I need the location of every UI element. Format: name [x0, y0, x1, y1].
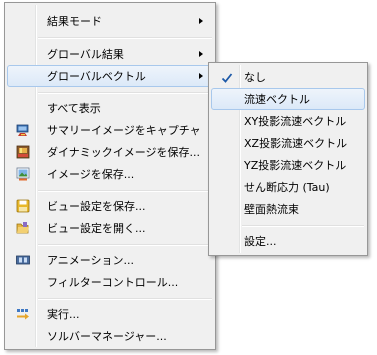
menu-separator — [242, 225, 364, 227]
menu-item-label: ソルバーマネージャー... — [47, 330, 167, 343]
menu-item-label: イメージを保存... — [47, 168, 135, 181]
menu-item-filter-control[interactable]: フィルターコントロール... — [7, 271, 213, 293]
submenu-item-label: XY投影流速ベクトル — [244, 115, 347, 128]
submenu-item-xz-projected-vectors[interactable]: XZ投影流速ベクトル — [211, 132, 365, 154]
menu-item-capture-summary[interactable]: サマリーイメージをキャプチャ — [7, 119, 213, 141]
film-save-icon — [16, 145, 30, 159]
submenu-item-label: なし — [244, 71, 266, 84]
submenu-item-label: 壁面熱流束 — [244, 203, 299, 216]
menu-item-label: サマリーイメージをキャプチャ — [47, 124, 201, 137]
submenu-item-label: YZ投影流速ベクトル — [244, 159, 347, 172]
submenu-item-label: せん断応力 (Tau) — [244, 181, 330, 194]
menu-item-save-image[interactable]: イメージを保存... — [7, 163, 213, 185]
menu-item-open-view-settings[interactable]: ビュー設定を開く... — [7, 217, 213, 239]
menu-item-result-mode[interactable]: 結果モード — [7, 10, 213, 32]
context-menu-screenshot: 結果モード グローバル結果 グローバルベクトル すべて表示 サマリーイメージをキ… — [0, 0, 377, 355]
menu-item-label: 結果モード — [47, 15, 102, 28]
menu-separator — [38, 244, 212, 246]
submenu-arrow-icon — [199, 18, 203, 24]
submenu-item-yz-projected-vectors[interactable]: YZ投影流速ベクトル — [211, 154, 365, 176]
menu-separator — [38, 92, 212, 94]
submenu-item-xy-projected-vectors[interactable]: XY投影流速ベクトル — [211, 110, 365, 132]
menu-item-global-vectors[interactable]: グローバルベクトル — [7, 65, 213, 87]
film-strip-icon — [16, 253, 30, 267]
submenu-item-none[interactable]: なし — [211, 66, 365, 88]
menu-item-save-view-settings[interactable]: ビュー設定を保存... — [7, 195, 213, 217]
run-arrow-icon — [16, 307, 30, 321]
submenu-item-wall-heat-flux[interactable]: 壁面熱流束 — [211, 198, 365, 220]
submenu-item-shear-stress[interactable]: せん断応力 (Tau) — [211, 176, 365, 198]
menu-item-animation[interactable]: アニメーション... — [7, 249, 213, 271]
menu-item-save-dynamic-image[interactable]: ダイナミックイメージを保存... — [7, 141, 213, 163]
menu-item-label: すべて表示 — [47, 102, 101, 115]
menu-item-label: ビュー設定を保存... — [47, 200, 146, 213]
menu-item-label: グローバル結果 — [47, 48, 124, 61]
submenu-item-velocity-vectors[interactable]: 流速ベクトル — [211, 88, 365, 110]
submenu-item-label: XZ投影流速ベクトル — [244, 137, 348, 150]
menu-separator — [38, 37, 212, 39]
menu-item-global-results[interactable]: グローバル結果 — [7, 43, 213, 65]
submenu-item-label: 流速ベクトル — [244, 93, 310, 106]
image-save-icon — [16, 167, 30, 181]
checkmark-icon — [221, 70, 233, 83]
floppy-disk-icon — [16, 199, 30, 213]
submenu-arrow-icon — [199, 51, 203, 57]
global-vectors-submenu: なし 流速ベクトル XY投影流速ベクトル XZ投影流速ベクトル YZ投影流速ベク… — [208, 62, 368, 256]
menu-item-label: 実行... — [47, 308, 80, 321]
menu-item-label: ダイナミックイメージを保存... — [47, 146, 201, 159]
menu-item-run[interactable]: 実行... — [7, 303, 213, 325]
submenu-arrow-icon — [199, 73, 203, 79]
menu-item-label: ビュー設定を開く... — [47, 222, 146, 235]
menu-separator — [38, 298, 212, 300]
submenu-item-label: 設定... — [244, 235, 277, 248]
submenu-item-settings[interactable]: 設定... — [211, 230, 365, 252]
menu-separator — [38, 190, 212, 192]
context-menu: 結果モード グローバル結果 グローバルベクトル すべて表示 サマリーイメージをキ… — [4, 2, 216, 350]
camera-icon — [16, 123, 30, 137]
menu-item-show-all[interactable]: すべて表示 — [7, 97, 213, 119]
menu-item-solver-manager[interactable]: ソルバーマネージャー... — [7, 325, 213, 347]
menu-item-label: グローバルベクトル — [47, 70, 146, 83]
folder-open-icon — [16, 221, 30, 235]
menu-item-label: フィルターコントロール... — [47, 276, 179, 289]
menu-item-label: アニメーション... — [47, 254, 135, 267]
